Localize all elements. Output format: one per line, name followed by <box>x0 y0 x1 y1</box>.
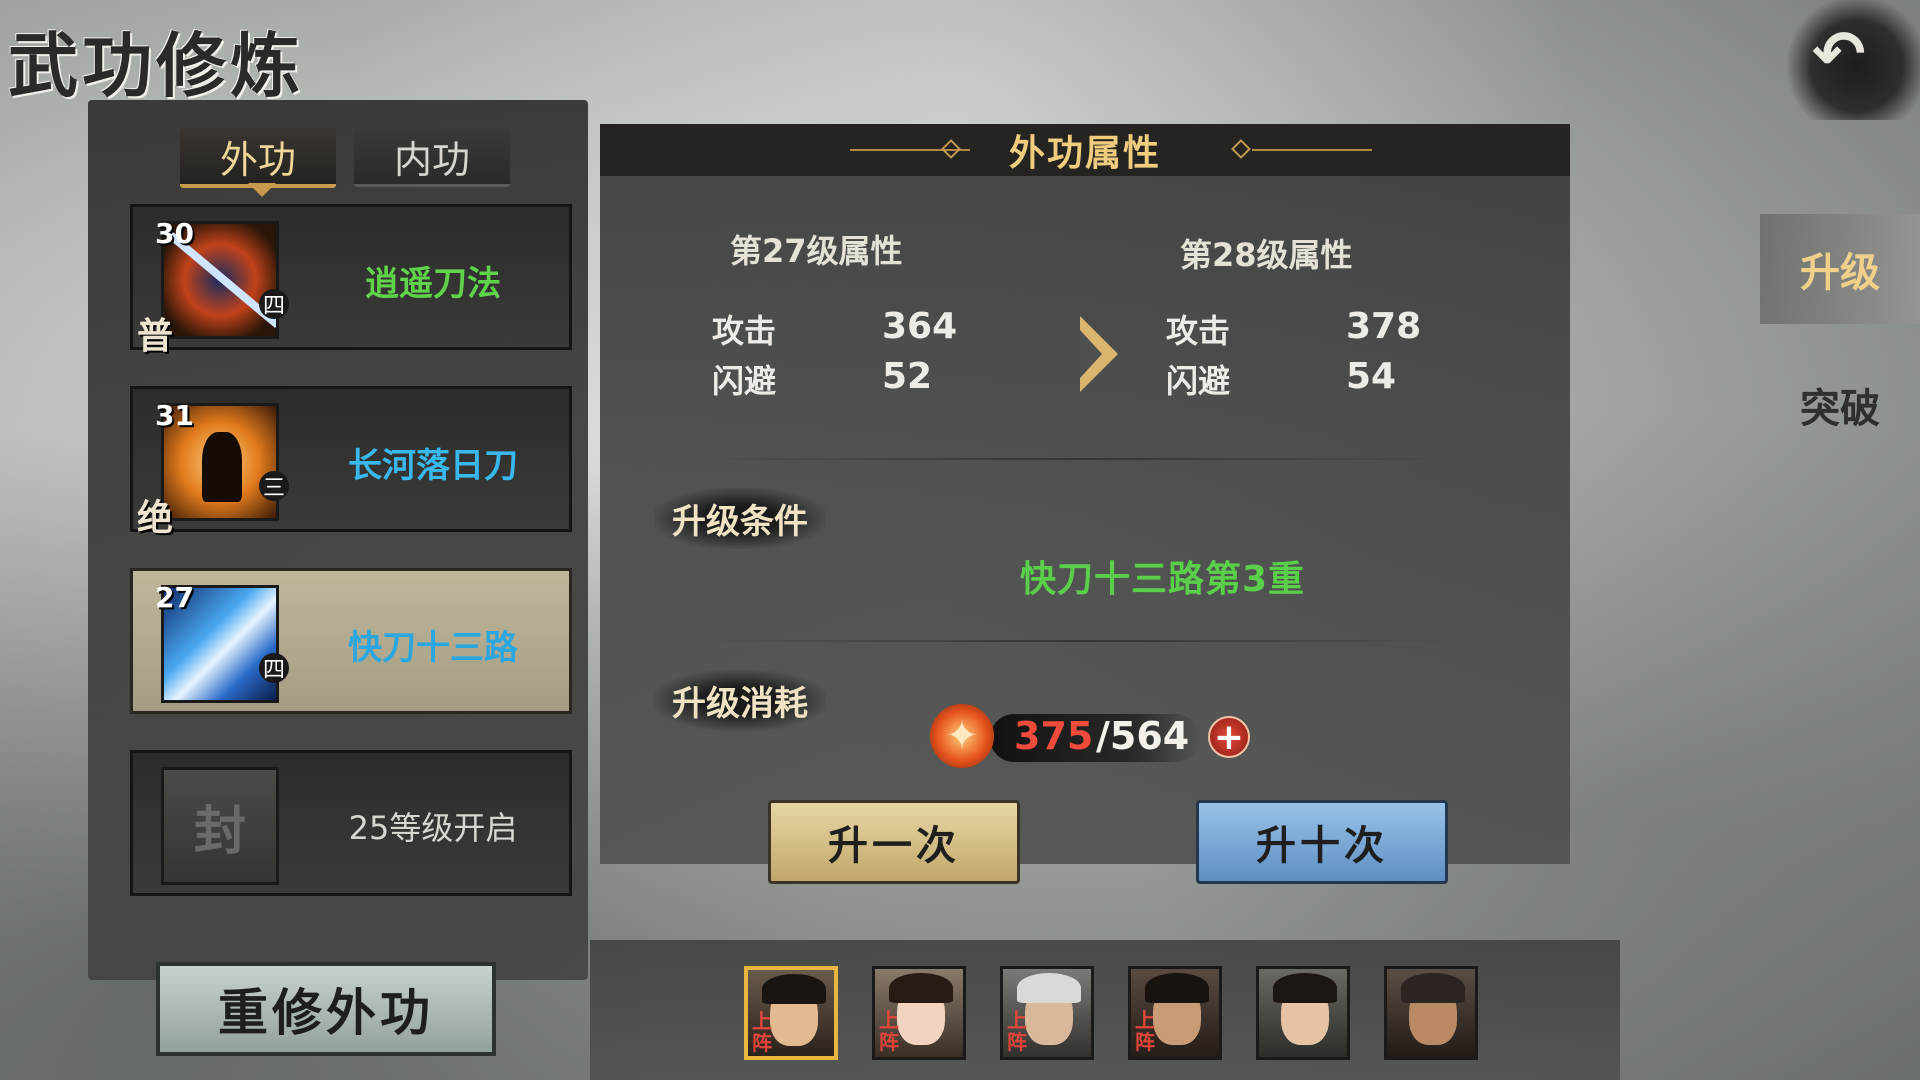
add-resource-button[interactable]: + <box>1208 716 1250 758</box>
skill-tier-badge: 四 <box>259 289 289 319</box>
attribute-title: 外功属性 <box>1008 133 1161 174</box>
skill-level: 30 <box>155 217 194 250</box>
sealed-slot-icon: 封 <box>161 767 279 885</box>
upgrade-once-button[interactable]: 升一次 <box>768 800 1020 884</box>
cost-current: 375 <box>1014 714 1094 758</box>
tab-upgrade[interactable]: 升级 <box>1760 214 1920 324</box>
upgrade-cost-label: 升级消耗 <box>654 670 826 731</box>
deployed-tag: 上阵 <box>1007 1008 1027 1054</box>
next-attack-label: 攻击 <box>1166 312 1231 350</box>
hero-hair <box>889 973 953 1003</box>
upgrade-condition-text: 快刀十三路第3重 <box>1020 559 1306 600</box>
skill-tier-badge: 三 <box>259 471 289 501</box>
skill-unlock-text: 25等级开启 <box>348 809 518 847</box>
next-level-title: 第28级属性 <box>1180 236 1353 274</box>
upgrade-ten-button[interactable]: 升十次 <box>1196 800 1448 884</box>
skill-name: 逍遥刀法 <box>365 263 501 304</box>
upgrade-cost: ✦ 375 /564 + <box>930 700 1250 772</box>
current-attack-value: 364 <box>882 306 958 347</box>
skill-item-changhe[interactable]: 31 三 绝 长河落日刀 <box>130 386 572 539</box>
hero-portrait[interactable]: 上阵 <box>1000 966 1094 1060</box>
back-arrow-icon: ↶ <box>1812 18 1866 92</box>
deployed-tag: 上阵 <box>879 1008 899 1054</box>
skill-name: 长河落日刀 <box>348 445 518 486</box>
current-level-title: 第27级属性 <box>730 232 903 270</box>
upgrade-condition-label: 升级条件 <box>654 488 826 549</box>
hero-hair <box>1273 973 1337 1003</box>
current-dodge-value: 52 <box>882 356 933 397</box>
rebuild-external-button[interactable]: 重修外功 <box>156 962 496 1056</box>
tab-external-skill[interactable]: 外功 <box>180 128 336 188</box>
level-up-arrow-cutout <box>1080 330 1102 378</box>
tab-internal-skill[interactable]: 内功 <box>354 128 510 187</box>
skill-grade: 普 <box>137 315 174 357</box>
hero-portrait[interactable]: 上阵 <box>872 966 966 1060</box>
hero-hair <box>1401 973 1465 1003</box>
tab-breakthrough[interactable]: 突破 <box>1760 350 1920 460</box>
deployed-tag: 上阵 <box>752 1009 772 1055</box>
hero-portrait[interactable]: 上阵 <box>744 966 838 1060</box>
hero-portrait[interactable] <box>1256 966 1350 1060</box>
next-dodge-value: 54 <box>1346 356 1397 397</box>
deployed-tag: 上阵 <box>1135 1008 1155 1054</box>
next-attack-value: 378 <box>1346 306 1422 347</box>
skill-level: 31 <box>155 399 194 432</box>
skill-item-locked[interactable]: 封 25等级开启 <box>130 750 572 896</box>
active-tab-indicator <box>248 183 276 197</box>
current-attack-label: 攻击 <box>712 312 777 350</box>
screen-title: 武功修炼 <box>8 24 304 107</box>
current-dodge-label: 闪避 <box>712 362 777 400</box>
hero-portrait[interactable]: 上阵 <box>1128 966 1222 1060</box>
skill-tier-badge: 四 <box>259 653 289 683</box>
next-dodge-label: 闪避 <box>1166 362 1231 400</box>
hero-portrait[interactable] <box>1384 966 1478 1060</box>
fire-spirit-icon: ✦ <box>930 704 994 768</box>
skill-item-kuaidao[interactable]: 27 四 快刀十三路 <box>130 568 572 714</box>
hero-hair <box>1017 973 1081 1003</box>
hero-hair <box>1145 973 1209 1003</box>
skill-item-xiaoyao[interactable]: 30 四 普 逍遥刀法 <box>130 204 572 357</box>
skill-grade: 绝 <box>137 497 174 539</box>
section-divider <box>700 458 1460 460</box>
cost-max: /564 <box>1096 714 1190 758</box>
skill-name: 快刀十三路 <box>348 627 518 668</box>
section-divider <box>700 640 1460 642</box>
skill-level: 27 <box>155 581 194 614</box>
back-button[interactable]: ↶ <box>1780 0 1920 120</box>
hero-hair <box>762 974 826 1004</box>
seal-text: 封 <box>193 800 246 862</box>
